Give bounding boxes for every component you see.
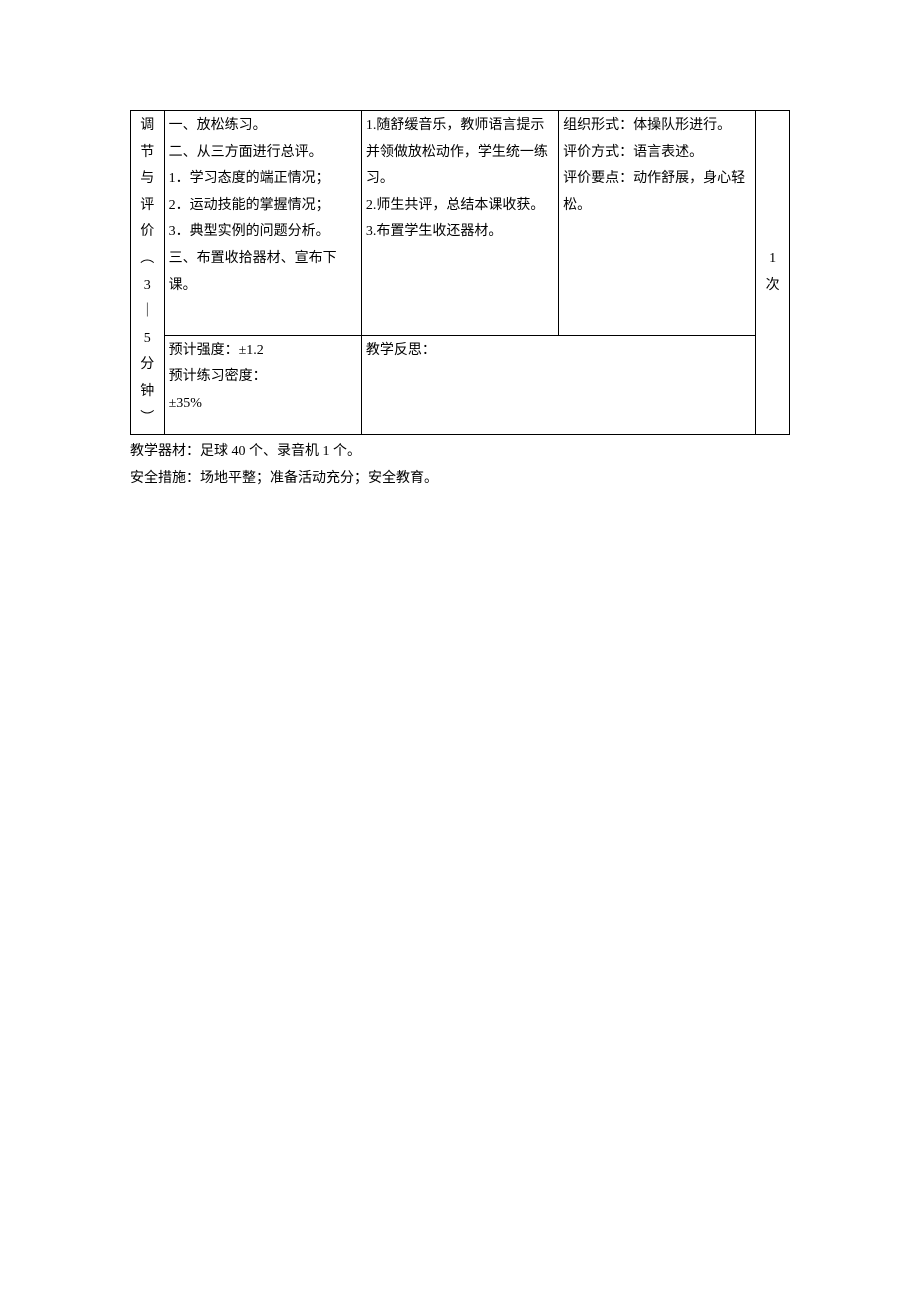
org-line: 评价要点：动作舒展，身心轻松。 (563, 166, 751, 219)
method-line: 1.随舒缓音乐，教师语言提示并领做放松动作，学生统一练习。 (366, 113, 554, 193)
table-row-main: 调节与评价︵3｜5分钟︶ 一、放松练习。二、从三方面进行总评。1．学习态度的端正… (131, 111, 790, 336)
content-line: 3．典型实例的问题分析。 (169, 219, 357, 246)
table-row-reflection: 预计强度：±1.2预计练习密度：±35% 教学反思： (131, 335, 790, 435)
intensity-line: ±35% (169, 391, 357, 418)
org-line: 组织形式：体操队形进行。 (563, 113, 751, 140)
times-cell: 1次 (756, 111, 790, 435)
phase-cell: 调节与评价︵3｜5分钟︶ (131, 111, 165, 435)
method-line: 2.师生共评，总结本课收获。 (366, 193, 554, 220)
content-line: 1．学习态度的端正情况； (169, 166, 357, 193)
intensity-cell: 预计强度：±1.2预计练习密度：±35% (164, 335, 361, 435)
intensity-line: 预计强度：±1.2 (169, 338, 357, 365)
equipment-text: 教学器材：足球 40 个、录音机 1 个。 (130, 439, 790, 466)
content-line: 二、从三方面进行总评。 (169, 140, 357, 167)
footer-section: 教学器材：足球 40 个、录音机 1 个。 安全措施：场地平整；准备活动充分；安… (130, 439, 790, 492)
lesson-plan-table: 调节与评价︵3｜5分钟︶ 一、放松练习。二、从三方面进行总评。1．学习态度的端正… (130, 110, 790, 435)
content-line: 一、放松练习。 (169, 113, 357, 140)
safety-text: 安全措施：场地平整；准备活动充分；安全教育。 (130, 466, 790, 493)
method-cell: 1.随舒缓音乐，教师语言提示并领做放松动作，学生统一练习。2.师生共评，总结本课… (361, 111, 558, 336)
intensity-line: 预计练习密度： (169, 364, 357, 391)
times-label: 1次 (758, 246, 787, 299)
content-cell: 一、放松练习。二、从三方面进行总评。1．学习态度的端正情况；2．运动技能的掌握情… (164, 111, 361, 336)
content-line: 三、布置收拾器材、宣布下课。 (169, 246, 357, 299)
method-line: 3.布置学生收还器材。 (366, 219, 554, 246)
org-line: 评价方式：语言表述。 (563, 140, 751, 167)
reflection-cell: 教学反思： (361, 335, 756, 435)
content-line: 2．运动技能的掌握情况； (169, 193, 357, 220)
reflection-label: 教学反思： (366, 343, 436, 358)
org-cell: 组织形式：体操队形进行。评价方式：语言表述。评价要点：动作舒展，身心轻松。 (559, 111, 756, 336)
phase-label: 调节与评价︵3｜5分钟︶ (133, 113, 162, 432)
